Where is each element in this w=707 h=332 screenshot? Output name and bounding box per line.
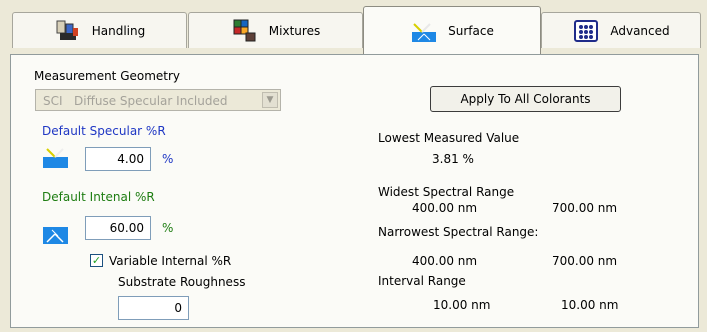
measurement-geometry-select[interactable]: SCI Diffuse Specular Included ▼ — [35, 89, 281, 111]
widest-range-max: 700.00 nm — [552, 201, 618, 215]
interval-range-label: Interval Range — [378, 274, 466, 288]
narrowest-range-max: 700.00 nm — [552, 254, 618, 268]
substrate-roughness-input[interactable]: 0 — [118, 296, 189, 320]
narrowest-range-min: 400.00 nm — [412, 254, 478, 268]
specular-input[interactable]: 4.00 — [85, 147, 151, 171]
measurement-geometry-label: Measurement Geometry — [34, 69, 181, 83]
default-internal-label: Default Intenal %R — [42, 190, 155, 204]
tab-mixtures-label: Mixtures — [268, 23, 321, 38]
substrate-roughness-label: Substrate Roughness — [118, 275, 246, 289]
interval-range-min: 10.00 nm — [433, 298, 491, 312]
tab-handling[interactable]: Handling — [12, 12, 187, 48]
geometry-selected-value: SCI Diffuse Specular Included — [43, 94, 227, 108]
tab-handling-label: Handling — [91, 23, 146, 38]
specular-icon — [43, 148, 68, 168]
internal-unit: % — [162, 221, 174, 235]
tab-bar: Handling Mixtures Surface Advanced — [0, 0, 707, 60]
surface-icon — [412, 22, 437, 42]
advanced-icon — [574, 19, 599, 42]
geometry-code: SCI — [43, 94, 63, 108]
variable-internal-label: Variable Internal %R — [109, 254, 232, 268]
tab-mixtures[interactable]: Mixtures — [188, 12, 363, 48]
chevron-down-icon[interactable]: ▼ — [262, 92, 278, 108]
widest-range-min: 400.00 nm — [412, 201, 478, 215]
mixtures-icon — [233, 19, 256, 41]
tab-surface-label: Surface — [448, 23, 494, 38]
interval-range-max: 10.00 nm — [561, 298, 619, 312]
tab-advanced-label: Advanced — [610, 23, 670, 38]
internal-reflect-icon — [43, 227, 68, 244]
variable-internal-checkbox[interactable]: ✓ — [90, 254, 103, 267]
default-specular-label: Default Specular %R — [42, 124, 166, 138]
narrowest-range-label: Narrowest Spectral Range: — [378, 225, 539, 239]
tab-advanced[interactable]: Advanced — [541, 12, 701, 48]
lowest-measured-value: 3.81 % — [432, 152, 474, 166]
apply-to-all-colorants-button[interactable]: Apply To All Colorants — [430, 86, 621, 112]
widest-range-label: Widest Spectral Range — [378, 185, 515, 199]
specular-unit: % — [162, 152, 174, 166]
handling-icon — [56, 20, 78, 40]
tab-surface[interactable]: Surface — [363, 6, 541, 54]
internal-input[interactable]: 60.00 — [85, 216, 151, 240]
lowest-measured-label: Lowest Measured Value — [378, 131, 520, 145]
geometry-description: Diffuse Specular Included — [74, 94, 228, 108]
